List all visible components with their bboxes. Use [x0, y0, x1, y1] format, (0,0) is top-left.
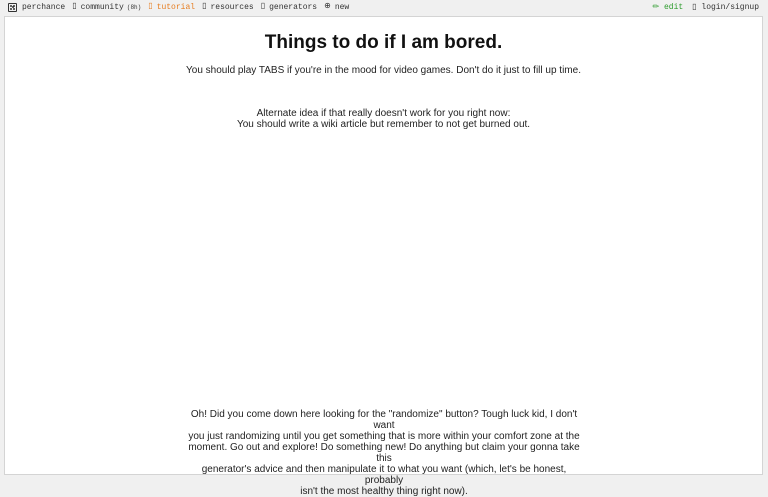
nav-label-new: new [334, 2, 350, 12]
generators-icon: ▯ [260, 2, 266, 11]
nav-item-resources[interactable]: ▯ resources [202, 2, 254, 12]
bottom-note-line: you just randomizing until you get somet… [188, 431, 580, 442]
nav-item-new[interactable]: ⊕ new [324, 2, 349, 12]
nav-label-resources: resources [210, 2, 254, 12]
nav-label-community: community [80, 2, 124, 12]
nav-label-generators: generators [269, 2, 318, 12]
resources-icon: ▯ [202, 2, 207, 11]
nav-right-group: ✏ edit ▯ login/signup [652, 2, 759, 12]
page-title: Things to do if I am bored. [264, 32, 503, 53]
generator-output-panel: Things to do if I am bored. You should p… [4, 16, 763, 497]
suggestion-text: You should play TABS if you're in the mo… [186, 65, 581, 76]
user-icon: ▯ [692, 3, 697, 12]
nav-item-generators[interactable]: ▯ generators [261, 2, 317, 12]
bottom-note-line: Oh! Did you come down here looking for t… [190, 409, 578, 431]
bottom-note-line: moment. Go out and explore! Do something… [188, 442, 580, 464]
book-icon: ▯ [148, 2, 153, 11]
pencil-icon: ✏ [652, 3, 660, 12]
nav-item-perchance[interactable]: perchance [8, 2, 66, 12]
bottom-note: Oh! Did you come down here looking for t… [186, 409, 582, 497]
nav-label-tutorial: tutorial [156, 2, 196, 12]
alternate-idea-label: Alternate idea if that really doesn't wo… [256, 108, 511, 119]
nav-left-group: perchance ▯ community (8h) ▯ tutorial ▯ … [8, 2, 356, 12]
top-nav-bar: perchance ▯ community (8h) ▯ tutorial ▯ … [0, 0, 768, 16]
plus-circle-icon: ⊕ [324, 2, 331, 11]
dice-icon [8, 2, 17, 12]
alternate-idea: Alternate idea if that really doesn't wo… [5, 108, 762, 130]
login-signup-link[interactable]: ▯ login/signup [692, 2, 759, 12]
alternate-idea-text: You should write a wiki article but reme… [236, 119, 531, 130]
bottom-note-line: generator's advice and then manipulate i… [201, 464, 567, 486]
community-count: (8h) [126, 3, 142, 11]
bottom-note-line: isn't the most healthy thing right now). [300, 486, 468, 497]
login-label: login/signup [701, 3, 759, 12]
nav-item-community[interactable]: ▯ community (8h) [72, 2, 141, 12]
nav-item-tutorial[interactable]: ▯ tutorial [148, 2, 195, 12]
edit-button[interactable]: ✏ edit [652, 2, 683, 12]
nav-label-perchance: perchance [22, 2, 66, 12]
chat-icon: ▯ [72, 2, 77, 11]
edit-label: edit [663, 3, 684, 12]
